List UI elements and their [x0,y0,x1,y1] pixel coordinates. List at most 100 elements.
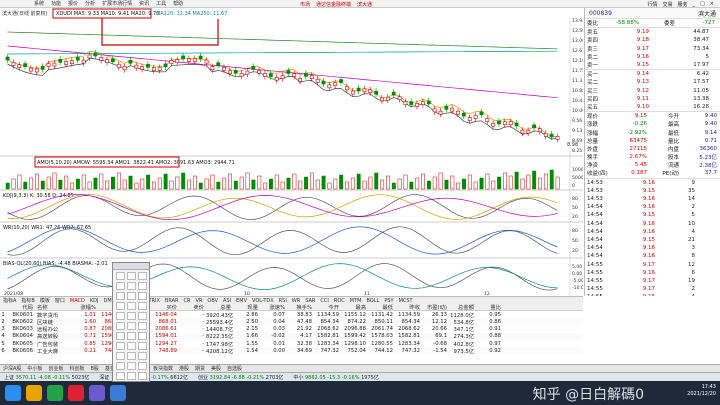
market-tab[interactable]: 美股 [211,365,221,372]
draw-tool-icon[interactable] [127,342,136,350]
tick-time: 14:55 [587,277,603,284]
draw-tool-icon[interactable] [116,332,125,340]
draw-tool-icon[interactable] [127,352,136,360]
draw-tool-icon[interactable] [138,372,147,380]
trading-app-icon[interactable] [68,385,84,401]
table-cell: 5 [1,340,5,347]
table-row[interactable]: 2BK0602区块链1.60868.0113.67868.01-25593.4亿… [0,318,583,326]
folder-icon[interactable] [26,385,42,401]
quote-header: 000839 滨大通 [585,8,720,19]
candle-body [333,82,338,86]
sector-table[interactable]: 代码名称涨幅%现价涨跌买价卖价总量现量涨速%换手%今开最高最低昨收市盈(动)总金… [0,304,583,364]
menu-item[interactable]: 报价 [68,0,78,7]
drawing-toolbox[interactable] [112,262,150,382]
browser-icon[interactable] [5,385,21,401]
market-tab[interactable]: 期货 [195,365,205,372]
window-control[interactable]: _ [693,1,696,7]
draw-tool-icon[interactable] [138,282,147,290]
amo-bar [309,172,314,190]
draw-tool-icon[interactable] [127,302,136,310]
market-tab[interactable]: B股 [90,365,98,372]
column-header[interactable]: 换手% [287,303,314,311]
tick-row: 14:55 9.17 12 [585,260,720,268]
draw-tool-icon[interactable] [116,292,125,300]
table-row[interactable]: 3BK0603远程办公0.872086.6117.992086.61-14408… [0,326,583,333]
draw-tool-icon[interactable] [116,372,125,380]
menu-item[interactable]: 扩展市场行情 [102,0,132,7]
draw-tool-icon[interactable] [116,352,125,360]
market-tab[interactable]: 板块指数 [153,365,173,372]
column-header[interactable]: 卖价 [179,303,206,311]
draw-tool-icon[interactable] [116,312,125,320]
menu-item[interactable]: 帮助 [173,0,183,7]
qq-icon[interactable] [110,385,126,401]
window-control[interactable]: 行情 [648,1,658,8]
system-clock: 17:43 2021/12/20 [687,384,716,398]
draw-tool-icon[interactable] [116,362,125,370]
draw-tool-icon[interactable] [138,272,147,280]
column-header[interactable]: 代码 [8,303,35,311]
table-cell: 2068.62 [317,326,339,333]
market-tab[interactable]: 沪深A股 [3,365,21,372]
draw-tool-icon[interactable] [127,312,136,320]
column-header[interactable]: 涨幅% [71,303,98,311]
draw-tool-icon[interactable] [127,332,136,340]
draw-tool-icon[interactable] [127,282,136,290]
draw-tool-icon[interactable] [116,322,125,330]
draw-tool-icon[interactable] [138,312,147,320]
wechat-icon[interactable] [47,385,63,401]
kline-chart-area[interactable]: 滨大通(日线 前复权) XDUDI MA5: 9.33 MA10: 9.41 M… [0,8,587,297]
draw-tool-icon[interactable] [127,272,136,280]
draw-tool-icon[interactable] [138,342,147,350]
chat-app-icon[interactable] [89,385,105,401]
draw-tool-icon[interactable] [116,302,125,310]
draw-tool-icon[interactable] [116,342,125,350]
draw-tool-icon[interactable] [138,302,147,310]
table-row[interactable]: 1BK0601数字货币1.011146.0411.451146.04-3920.… [0,311,583,319]
toolbox-titlebar[interactable] [113,263,149,270]
column-header[interactable]: 买价 [152,303,179,311]
window-control[interactable]: × [710,1,714,7]
draw-tool-icon[interactable] [138,352,147,360]
draw-tool-icon[interactable] [127,322,136,330]
window-control[interactable]: □ [700,1,705,7]
column-header[interactable]: 现量 [233,303,260,311]
table-cell: 1283.34 [317,340,339,347]
draw-tool-icon[interactable] [127,372,136,380]
menu-item[interactable]: 系统 [34,0,44,7]
draw-tool-icon[interactable] [127,292,136,300]
table-row[interactable]: 5BK0605广告包装0.851294.2710.931294.27-1747.… [0,340,583,348]
column-header[interactable]: 量比 [476,303,503,311]
market-tab[interactable]: 创业板 [48,365,63,372]
draw-tool-icon[interactable] [116,272,125,280]
column-header[interactable]: 最低 [368,303,395,311]
draw-tool-icon[interactable] [127,362,136,370]
window-control[interactable]: 服务 [678,1,688,8]
price-tick: 11.31 [572,78,583,84]
table-row[interactable]: 4BK0604高送转股0.711594.0111.201594.01-8222.… [0,332,583,340]
draw-tool-icon[interactable] [116,282,125,290]
amo-bar [245,172,250,190]
market-tab[interactable]: 港股 [179,365,189,372]
column-header[interactable]: 涨速% [260,303,287,311]
window-title: 市场 通达信金融终端 滨大通 [300,0,372,8]
window-control[interactable]: 交易 [663,1,673,8]
column-header[interactable]: 最高 [341,303,368,311]
market-tab[interactable]: 中小板 [27,365,42,372]
draw-tool-icon[interactable] [138,322,147,330]
market-tab[interactable]: 自选股 [227,365,242,372]
market-tab[interactable]: 科创板 [69,365,84,372]
draw-tool-icon[interactable] [138,362,147,370]
column-header[interactable]: 昨收 [395,303,422,311]
table-row[interactable]: 6BK0606工业大麻0.21748.891.57748.89-4208.12亿… [0,347,583,355]
menu-item[interactable]: 工具 [156,0,166,7]
title-left: 市场 [300,1,311,8]
draw-tool-icon[interactable] [138,292,147,300]
column-header[interactable]: 今开 [314,303,341,311]
menu-item[interactable]: 分析 [85,0,95,7]
column-header[interactable]: 市盈(动) [422,303,449,311]
menu-item[interactable]: 资讯 [139,0,149,7]
menu-item[interactable]: 功能 [51,0,61,7]
draw-tool-icon[interactable] [138,332,147,340]
kline-chart-svg[interactable]: 滨大通(日线 前复权) XDUDI MA5: 9.33 MA10: 9.41 M… [0,8,587,297]
